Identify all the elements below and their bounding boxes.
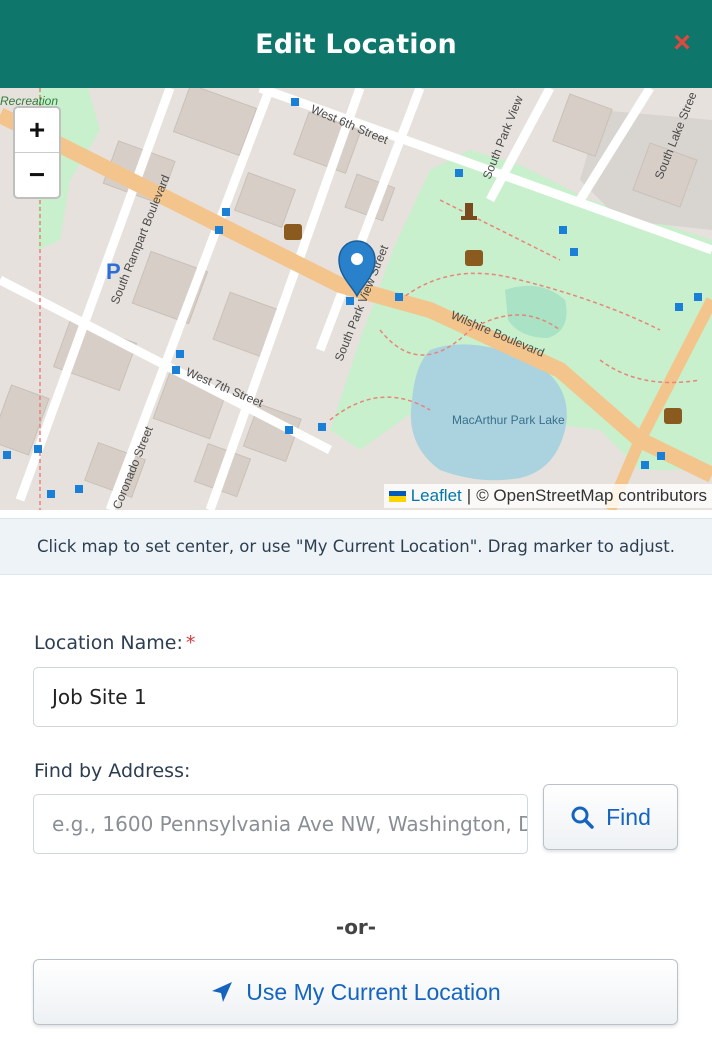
modal-title: Edit Location [255,28,457,60]
ukraine-flag-icon [388,490,406,502]
map-hint: Click map to set center, or use "My Curr… [0,518,712,575]
find-button[interactable]: Find [543,784,678,850]
zoom-out-button[interactable]: − [15,153,59,197]
location-arrow-icon [212,982,233,1002]
use-current-location-label: Use My Current Location [246,978,501,1005]
search-icon [571,806,594,829]
location-name-input[interactable]: Job Site 1 [33,667,678,727]
map-view[interactable]: P Recreation West 6th Street South Park … [0,88,712,510]
find-button-label: Find [606,803,651,830]
map-label-lake: MacArthur Park Lake [452,413,565,427]
use-current-location-button[interactable]: Use My Current Location [33,959,678,1025]
find-address-label: Find by Address: [34,760,191,782]
osm-attribution: © OpenStreetMap contributors [476,486,707,505]
or-divider: -or- [335,915,377,939]
location-name-label: Location Name: * [34,632,195,654]
attribution-separator: | [466,486,472,505]
modal-header: Edit Location × [0,0,712,88]
close-icon[interactable]: × [668,26,696,60]
map-tiles[interactable]: P Recreation West 6th Street South Park … [0,88,712,510]
leaflet-link[interactable]: Leaflet [411,486,462,506]
required-mark: * [185,632,196,654]
location-name-label-text: Location Name: [34,632,183,654]
address-search-input[interactable]: e.g., 1600 Pennsylvania Ave NW, Washingt… [33,794,528,854]
zoom-in-button[interactable]: + [15,108,59,153]
zoom-control: + − [13,106,61,199]
map-attribution: Leaflet | © OpenStreetMap contributors [383,484,712,508]
